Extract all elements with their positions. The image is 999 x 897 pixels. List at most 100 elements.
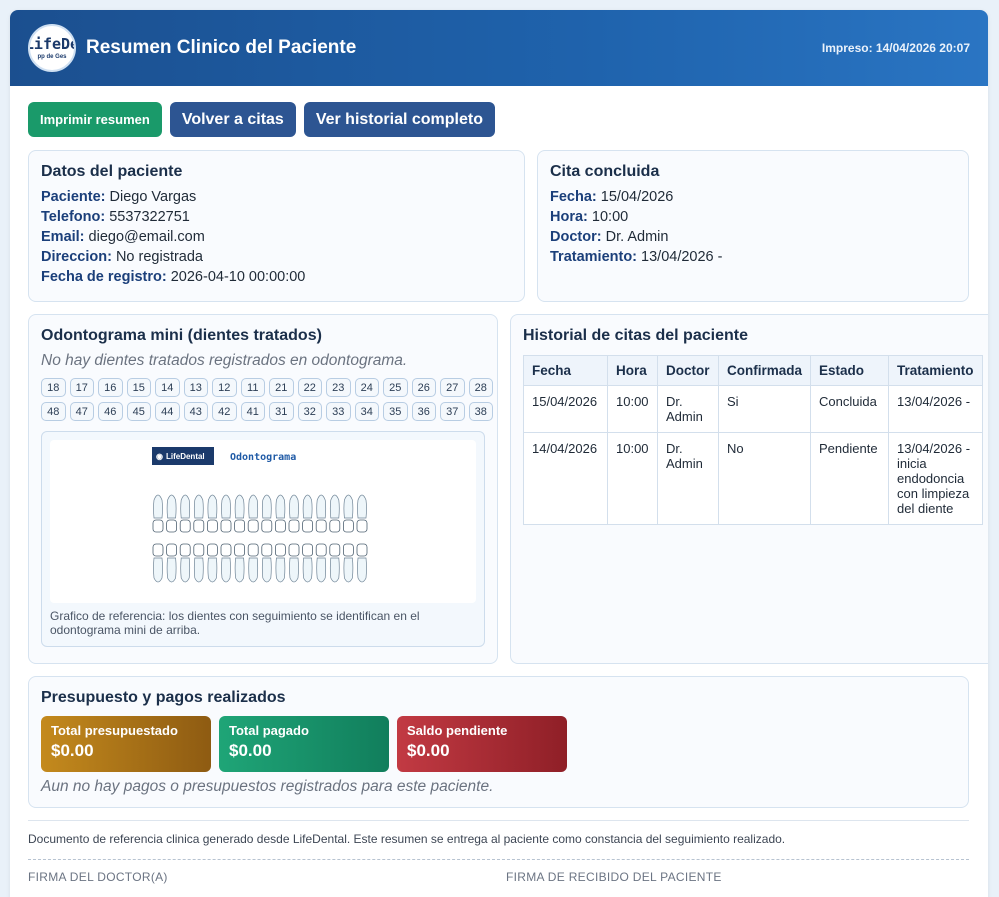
signature-divider [28, 859, 969, 860]
cell: Dr. Admin [657, 385, 719, 433]
upper-tooth-root [261, 494, 272, 519]
table-row: 15/04/2026 10:00 Dr. Admin Si Concluida … [523, 385, 983, 433]
upper-tooth-crown [288, 519, 300, 533]
col-estado: Estado [810, 355, 890, 386]
field-value: 2026-04-10 00:00:00 [170, 269, 306, 285]
col-confirmada: Confirmada [717, 355, 812, 386]
upper-tooth-crown [342, 519, 354, 533]
lower-tooth-root [193, 557, 204, 583]
upper-tooth-root [166, 494, 177, 519]
lower-tooth-crown [329, 543, 341, 557]
finance-label: Saldo pendiente [407, 723, 508, 738]
lower-tooth-crown [315, 543, 327, 557]
tooth-chip[interactable]: 37 [440, 402, 465, 421]
doctor-signature-label: FIRMA DEL DOCTOR(A) [28, 870, 168, 884]
upper-tooth-root [234, 494, 245, 519]
upper-tooth-crown [193, 519, 205, 533]
upper-tooth-root [207, 494, 218, 519]
cell: Concluida [810, 385, 890, 433]
odontogram-empty-message: No hay dientes tratados registrados en o… [41, 352, 408, 369]
tooth-chip[interactable]: 48 [41, 402, 66, 421]
history-table: Fecha Hora Doctor Confirmada Estado Trat… [523, 355, 983, 525]
cell: Pendiente [810, 432, 890, 525]
appointment-card: Cita concluida Fecha: 15/04/2026 Hora: 1… [537, 150, 969, 302]
tooth-chip[interactable]: 26 [411, 378, 436, 397]
lower-tooth-root [329, 557, 340, 583]
field-label: Fecha de registro: [41, 269, 167, 285]
cell: 10:00 [607, 432, 658, 525]
field-label: Tratamiento: [550, 249, 638, 265]
tooth-chip[interactable]: 28 [468, 378, 493, 397]
view-full-history-button[interactable]: Ver historial completo [303, 102, 495, 137]
finance-value: $0.00 [51, 741, 94, 760]
appointment-field: Hora: 10:00 [550, 207, 956, 227]
tooth-chip[interactable]: 24 [354, 378, 379, 397]
tooth-chip[interactable]: 33 [326, 402, 351, 421]
tooth-chip[interactable]: 47 [69, 402, 94, 421]
tooth-chip[interactable]: 42 [212, 402, 237, 421]
print-summary-button[interactable]: Imprimir resumen [28, 102, 162, 137]
upper-tooth-root [153, 494, 163, 519]
col-doctor: Doctor [657, 355, 719, 386]
tooth-chip[interactable]: 13 [183, 378, 208, 397]
upper-tooth-crown [152, 519, 164, 533]
tooth-chip[interactable]: 14 [155, 378, 180, 397]
page-header: LifeDe pp de Ges Resumen Clinico del Pac… [10, 10, 988, 86]
upper-tooth-crown [329, 519, 341, 533]
tooth-chip[interactable]: 12 [212, 378, 237, 397]
tooth-chip[interactable]: 16 [98, 378, 123, 397]
finance-label: Total pagado [229, 723, 309, 738]
upper-tooth-crown [356, 519, 368, 533]
tooth-chip[interactable]: 41 [240, 402, 265, 421]
lower-tooth-root [153, 557, 163, 583]
lower-tooth-crown [356, 543, 368, 557]
tooth-chip[interactable]: 31 [269, 402, 294, 421]
tooth-chip[interactable]: 17 [69, 378, 94, 397]
tooth-chip[interactable]: 38 [468, 402, 493, 421]
tooth-chip[interactable]: 32 [297, 402, 322, 421]
lower-tooth-root [289, 557, 299, 583]
page-title: Resumen Clinico del Paciente [86, 37, 357, 58]
tooth-chip[interactable]: 21 [269, 378, 294, 397]
col-hora: Hora [607, 355, 658, 386]
upper-tooth-root [221, 494, 231, 519]
lower-tooth-crown [220, 543, 232, 557]
tooth-chip[interactable]: 46 [98, 402, 123, 421]
upper-tooth-root [357, 494, 367, 519]
tooth-chip[interactable]: 34 [354, 402, 379, 421]
lower-tooth-root [166, 557, 177, 583]
field-value: 15/04/2026 [600, 189, 674, 205]
upper-tooth-crown [302, 519, 314, 533]
tooth-chip[interactable]: 22 [297, 378, 322, 397]
logo-subtext: pp de Ges [37, 53, 67, 60]
odontogram-card: Odontograma mini (dientes tratados) No h… [28, 314, 498, 664]
upper-teeth-row: 18 17 16 15 14 13 12 11 21 22 23 24 25 26 27 28 [41, 378, 493, 397]
upper-tooth-root [329, 494, 340, 519]
tooth-chip[interactable]: 18 [41, 378, 66, 397]
field-label: Telefono: [41, 209, 106, 225]
cell: No [717, 432, 812, 525]
lower-tooth-crown [274, 543, 286, 557]
tooth-chip[interactable]: 11 [240, 378, 265, 397]
back-to-appointments-button[interactable]: Volver a citas [169, 102, 296, 137]
lower-tooth-crown [288, 543, 300, 557]
tooth-chip[interactable]: 27 [440, 378, 465, 397]
tooth-chip[interactable]: 15 [126, 378, 151, 397]
patient-signature-label: FIRMA DE RECIBIDO DEL PACIENTE [506, 870, 722, 884]
tooth-chip[interactable]: 44 [155, 402, 180, 421]
finance-value: $0.00 [407, 741, 450, 760]
tooth-chip[interactable]: 35 [383, 402, 408, 421]
tooth-chip[interactable]: 25 [383, 378, 408, 397]
upper-tooth-root [248, 494, 259, 519]
cell: 13/04/2026 - [888, 385, 983, 433]
tooth-chip[interactable]: 43 [183, 402, 208, 421]
tooth-chip[interactable]: 45 [126, 402, 151, 421]
tooth-chip[interactable]: 36 [411, 402, 436, 421]
col-fecha: Fecha [523, 355, 608, 386]
tooth-chip[interactable]: 23 [326, 378, 351, 397]
field-label: Email: [41, 229, 85, 245]
cell: Si [717, 385, 812, 433]
cell: 10:00 [607, 385, 658, 433]
upper-tooth-crown [261, 519, 273, 533]
lower-tooth-crown [166, 543, 177, 557]
